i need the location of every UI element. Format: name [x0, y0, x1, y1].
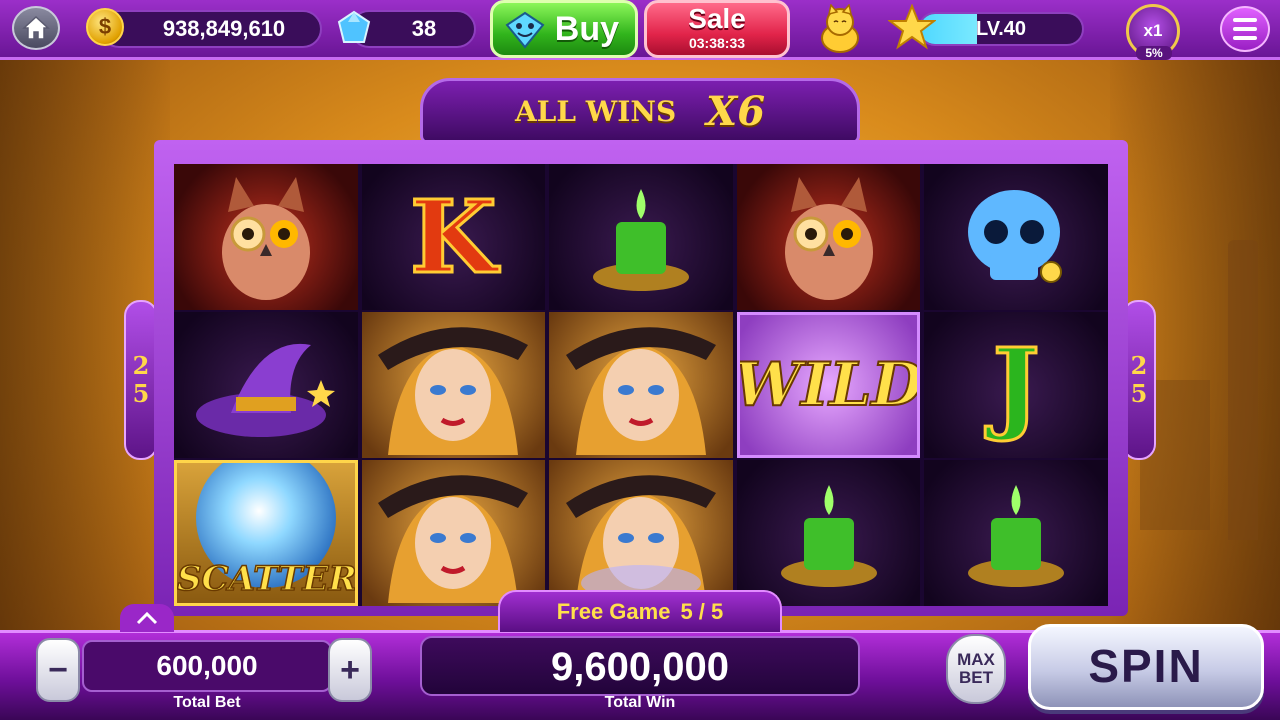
gem-icon	[337, 10, 371, 43]
j-label: J	[991, 325, 1041, 446]
menu-button[interactable]	[1220, 6, 1270, 52]
scatter-crystal-ball-icon: SCATTER	[174, 460, 358, 606]
k-label: K	[408, 177, 498, 298]
reel-grid: SCATTER K WILD J	[174, 164, 1108, 606]
paylines-left: 2 5	[124, 300, 158, 460]
coin-balance: 938,849,610	[100, 10, 322, 48]
reel-1: SCATTER	[174, 164, 358, 606]
reel-2: K	[361, 164, 546, 606]
expand-tab-button[interactable]	[120, 604, 174, 632]
witch-icon	[361, 312, 546, 458]
increase-bet-button[interactable]: +	[328, 638, 372, 702]
free-game-indicator: Free Game 5 / 5	[498, 590, 782, 632]
scatter-label: SCATTER	[177, 558, 357, 600]
letter-k-symbol: K	[361, 164, 546, 310]
candle-icon	[736, 460, 921, 606]
home-icon	[22, 15, 50, 40]
decrease-bet-button[interactable]: −	[36, 638, 80, 702]
buy-label: Buy	[554, 9, 619, 48]
chevron-up-icon	[136, 611, 158, 625]
buy-button[interactable]: Buy	[490, 0, 638, 58]
level-progress-bar[interactable]: LV.40	[918, 12, 1084, 46]
candle-icon	[924, 460, 1108, 606]
owl-icon	[736, 164, 921, 310]
skull-icon	[924, 164, 1108, 310]
star-icon	[888, 4, 936, 50]
max-bet-line2: BET	[959, 668, 993, 687]
lucky-cat-icon[interactable]	[812, 4, 868, 54]
payline-digit: 5	[132, 379, 150, 408]
wild-symbol: WILD	[736, 312, 921, 458]
sale-button[interactable]: Sale 03:38:33	[644, 0, 790, 58]
sale-timer: 03:38:33	[688, 35, 746, 51]
payline-digit: 5	[1130, 379, 1148, 408]
multiplier-value: x1	[1143, 21, 1163, 40]
menu-icon-line	[1233, 27, 1257, 31]
witch-icon	[549, 312, 733, 458]
owl-icon	[174, 164, 358, 310]
free-game-progress: 5 / 5	[680, 599, 724, 624]
candle-icon	[549, 164, 733, 310]
witch-hat-icon	[174, 312, 358, 458]
menu-icon-line	[1233, 18, 1257, 22]
level-label: LV.40	[975, 18, 1027, 40]
castle-tower	[1228, 240, 1258, 540]
reel-5: J	[924, 164, 1108, 606]
free-game-label: Free Game	[556, 599, 671, 624]
total-bet-value: 600,000	[82, 640, 332, 692]
max-bet-button[interactable]: MAX BET	[946, 634, 1006, 704]
diamond-mascot-icon	[505, 11, 545, 49]
total-win-value: 9,600,000	[420, 636, 860, 696]
multiplier-percent: 5%	[1136, 46, 1172, 60]
total-win-caption: Total Win	[604, 694, 676, 711]
reel-3	[549, 164, 733, 606]
slot-frame: SCATTER K WILD J	[154, 140, 1128, 616]
sale-label: Sale	[688, 3, 746, 34]
witch-icon	[361, 460, 546, 606]
payline-digit: 2	[132, 351, 150, 380]
banner-label: ALL WINS	[514, 94, 677, 128]
wild-label: WILD	[736, 349, 921, 421]
witch-icon	[549, 460, 733, 606]
banner-multiplier: X6	[706, 87, 766, 135]
total-bet-caption: Total Bet	[173, 694, 241, 711]
top-bar: $ 938,849,610 38 Buy Sale 03:38:33 LV.40…	[0, 0, 1280, 60]
all-wins-banner: ALL WINS X6	[420, 78, 860, 144]
menu-icon-line	[1233, 36, 1257, 40]
coin-icon: $	[86, 8, 124, 46]
reel-4: WILD	[736, 164, 921, 606]
letter-j-symbol: J	[924, 312, 1108, 458]
max-bet-line1: MAX	[957, 650, 995, 669]
spin-button[interactable]: SPIN	[1028, 624, 1264, 710]
home-button[interactable]	[12, 6, 60, 50]
payline-digit: 2	[1130, 351, 1148, 380]
